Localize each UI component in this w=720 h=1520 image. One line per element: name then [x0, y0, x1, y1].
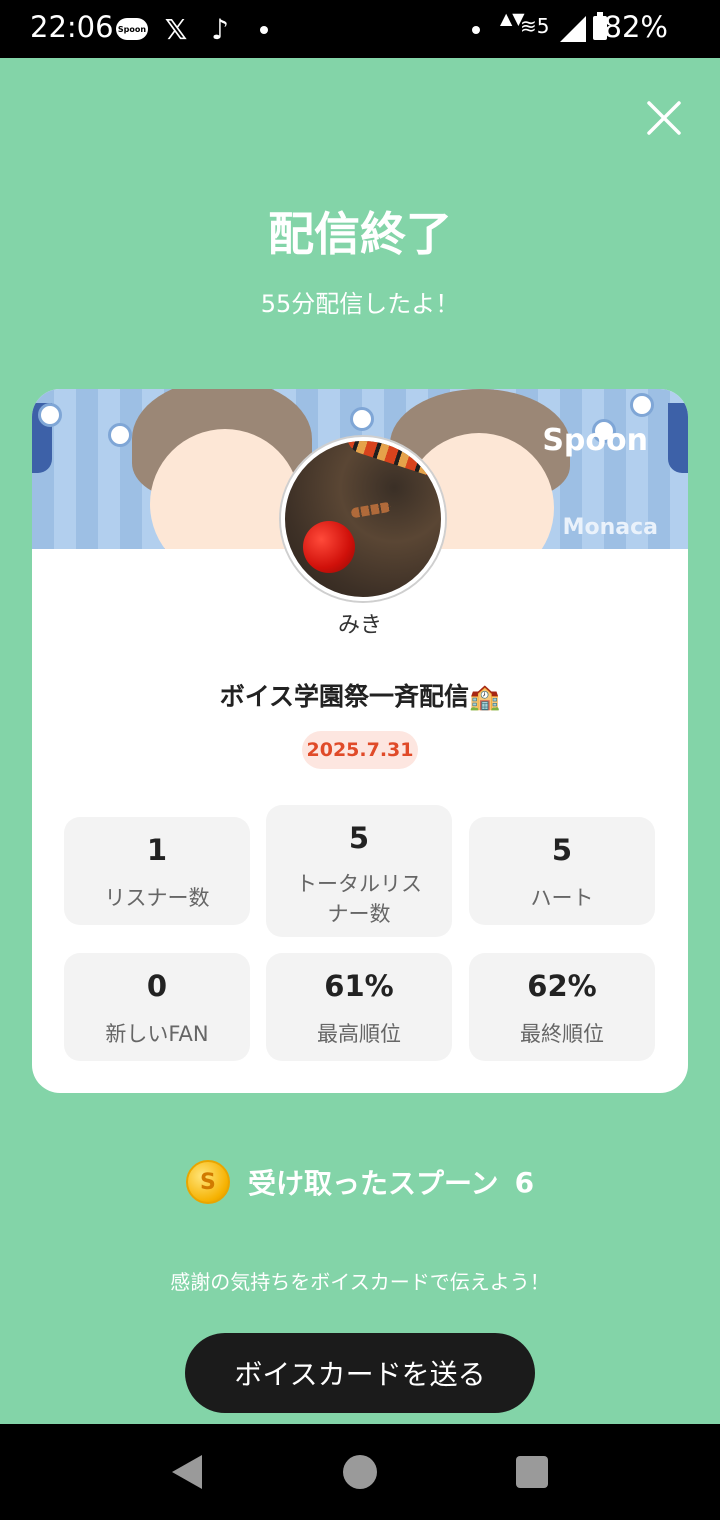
stat-value: 1 [146, 833, 168, 867]
stat-best-rank: 61% 最高順位 [266, 953, 452, 1061]
stat-label: 最終順位 [520, 1022, 604, 1046]
page-title: 配信終了 [268, 207, 452, 261]
battery-percent: 82% [603, 10, 668, 44]
spoons-received: S 受け取ったスプーン 6 [0, 1160, 720, 1204]
stat-label: ハート [530, 886, 594, 910]
page-subtitle: 55分配信したよ！ [260, 290, 460, 318]
spoon-coin-icon: S [185, 1160, 230, 1204]
close-icon[interactable] [646, 100, 682, 136]
spoons-count: 6 [514, 1165, 535, 1199]
thanks-message: 感謝の気持ちをボイスカードで伝えよう！ [170, 1270, 550, 1294]
stat-label: トータルリスナー数 [296, 872, 422, 926]
signal-icon [560, 16, 586, 42]
stat-final-rank: 62% 最終順位 [469, 953, 655, 1061]
stat-total-listeners: 5 トータルリスナー数 [266, 805, 452, 937]
flower-decoration [38, 403, 62, 427]
flower-decoration [108, 423, 132, 447]
flower-decoration [350, 407, 374, 431]
flower-decoration [630, 393, 654, 417]
avatar[interactable] [281, 437, 445, 601]
stat-value: 5 [551, 833, 573, 867]
stat-label: リスナー数 [104, 886, 210, 910]
broadcast-title: ボイス学園祭一斉配信🏫 [219, 682, 501, 711]
stat-value: 5 [348, 821, 370, 855]
spoons-label: 受け取ったスプーン [247, 1167, 499, 1200]
team-label: Monaca [562, 515, 658, 540]
stat-value: 61% [324, 969, 394, 1003]
back-icon[interactable] [172, 1455, 202, 1489]
x-icon: 𝕏 [164, 12, 188, 46]
spoon-icon: Spoon [116, 18, 148, 40]
notification-dot-icon [472, 26, 480, 34]
spoon-logo: Spoon [542, 423, 648, 458]
status-time: 22:06 [30, 10, 114, 44]
stat-hearts: 5 ハート [469, 817, 655, 925]
send-voice-card-button[interactable]: ボイスカードを送る [185, 1333, 535, 1413]
stat-label: 新しいFAN [105, 1022, 209, 1046]
broadcast-summary-card: Spoon Monaca みき ボイス学園祭一斉配信🏫 2025.7.31 1 … [32, 389, 688, 1093]
stat-listeners: 1 リスナー数 [64, 817, 250, 925]
wifi-icon: ≋5 [520, 14, 550, 38]
home-icon[interactable] [343, 1455, 377, 1489]
status-bar: 22:06 Spoon 𝕏 ♪ ▲▼ ≋5 82% [0, 0, 720, 58]
stat-new-fans: 0 新しいFAN [64, 953, 250, 1061]
curtain-decoration [668, 403, 688, 473]
recents-icon[interactable] [516, 1456, 548, 1488]
username: みき [337, 613, 382, 638]
tiktok-icon: ♪ [211, 12, 229, 46]
stat-value: 0 [146, 969, 168, 1003]
notification-dot-icon [260, 26, 268, 34]
stat-label: 最高順位 [317, 1022, 401, 1046]
date-badge: 2025.7.31 [302, 731, 418, 769]
stat-value: 62% [527, 969, 597, 1003]
